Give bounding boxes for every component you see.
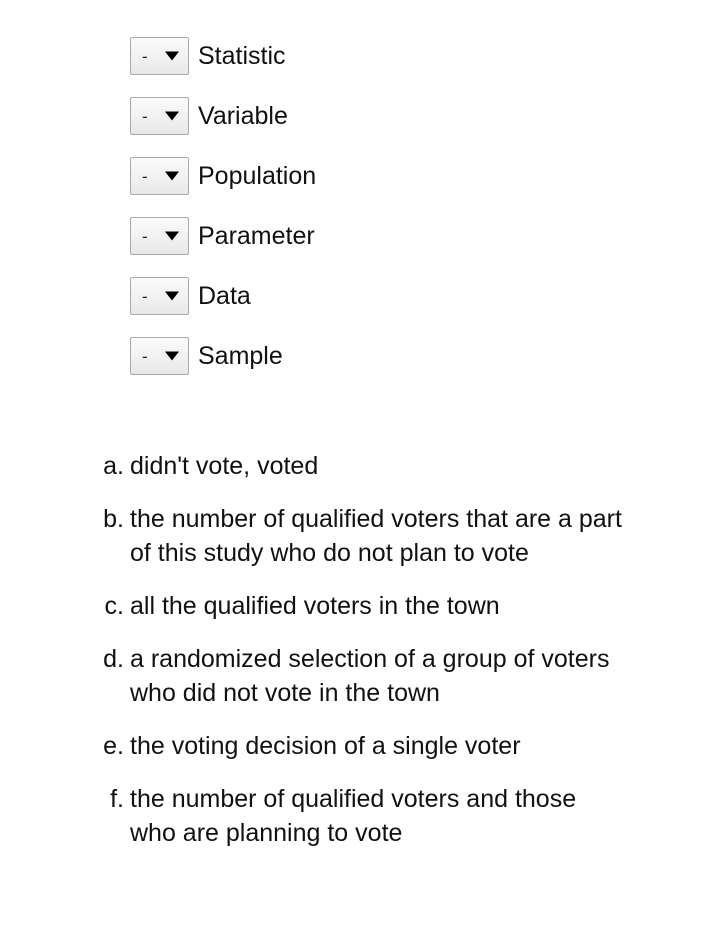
option-text: didn't vote, voted — [130, 452, 319, 480]
dropdown-selected-value: - — [142, 346, 148, 366]
list-item: b. the number of qualified voters that a… — [0, 502, 720, 570]
dropdown-variable[interactable]: - — [130, 97, 189, 135]
chevron-down-icon — [165, 351, 179, 361]
match-label-sample: Sample — [198, 342, 283, 370]
list-item: e. the voting decision of a single voter — [0, 729, 720, 763]
list-item: c. all the qualified voters in the town — [0, 589, 720, 623]
match-row: - Sample — [0, 337, 720, 397]
dropdown-population[interactable]: - — [130, 157, 189, 195]
option-text: a randomized selection of a group of vot… — [130, 645, 610, 707]
chevron-down-icon — [165, 111, 179, 121]
chevron-down-icon — [165, 51, 179, 61]
match-label-parameter: Parameter — [198, 222, 315, 250]
dropdown-selected-value: - — [142, 286, 148, 306]
match-label-variable: Variable — [198, 102, 288, 130]
dropdown-selected-value: - — [142, 106, 148, 126]
match-row: - Statistic — [0, 37, 720, 97]
match-row: - Population — [0, 157, 720, 217]
match-row: - Variable — [0, 97, 720, 157]
select-wrapper-parameter: - — [130, 217, 189, 255]
option-marker: c. — [104, 592, 124, 620]
dropdown-parameter[interactable]: - — [130, 217, 189, 255]
dropdown-selected-value: - — [142, 226, 148, 246]
answer-options-list: a. didn't vote, voted b. the number of q… — [0, 397, 720, 850]
match-row: - Data — [0, 277, 720, 337]
select-wrapper-variable: - — [130, 97, 189, 135]
option-marker: a. — [103, 452, 124, 480]
option-marker: f. — [110, 785, 124, 813]
list-item: f. the number of qualified voters and th… — [0, 782, 720, 850]
option-marker: e. — [103, 732, 124, 760]
select-wrapper-data: - — [130, 277, 189, 315]
match-row: - Parameter — [0, 217, 720, 277]
option-marker: b. — [103, 505, 124, 533]
chevron-down-icon — [165, 291, 179, 301]
list-item: d. a randomized selection of a group of … — [0, 642, 720, 710]
select-wrapper-statistic: - — [130, 37, 189, 75]
list-item: a. didn't vote, voted — [0, 449, 720, 483]
dropdown-selected-value: - — [142, 166, 148, 186]
option-text: the number of qualified voters that are … — [130, 505, 622, 567]
option-text: all the qualified voters in the town — [130, 592, 500, 620]
option-text: the number of qualified voters and those… — [130, 785, 577, 847]
select-wrapper-sample: - — [130, 337, 189, 375]
dropdown-statistic[interactable]: - — [130, 37, 189, 75]
select-wrapper-population: - — [130, 157, 189, 195]
option-marker: d. — [103, 645, 124, 673]
matching-question-section: - Statistic - Variable - Population - Pa… — [0, 0, 720, 397]
chevron-down-icon — [165, 231, 179, 241]
option-text: the voting decision of a single voter — [130, 732, 521, 760]
dropdown-selected-value: - — [142, 46, 148, 66]
match-label-population: Population — [198, 162, 317, 190]
match-label-data: Data — [198, 282, 251, 310]
match-label-statistic: Statistic — [198, 42, 286, 70]
chevron-down-icon — [165, 171, 179, 181]
dropdown-sample[interactable]: - — [130, 337, 189, 375]
dropdown-data[interactable]: - — [130, 277, 189, 315]
